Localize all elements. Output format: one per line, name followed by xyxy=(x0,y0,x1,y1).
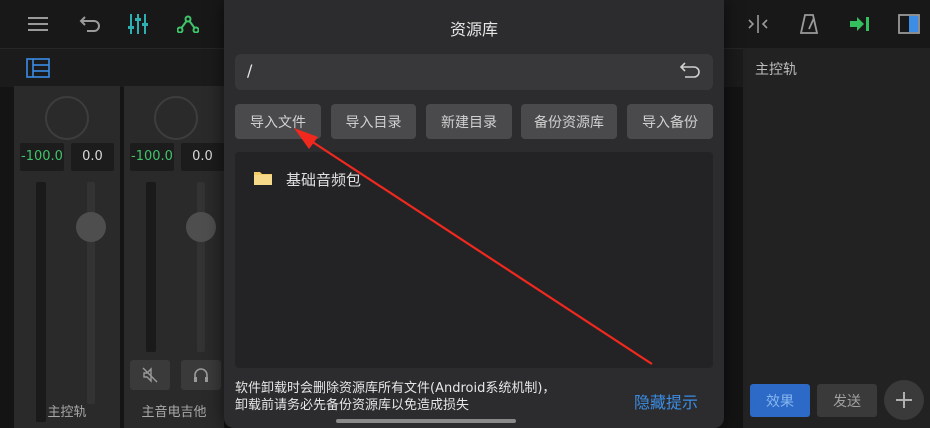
mixer-sliders-icon[interactable] xyxy=(122,8,154,40)
folder-icon xyxy=(253,170,273,190)
mute-button[interactable] xyxy=(130,360,170,390)
volume-readout: -100.0 xyxy=(130,143,174,171)
level-meter xyxy=(36,182,46,422)
volume-readout: -100.0 xyxy=(20,143,64,171)
new-directory-button[interactable]: 新建目录 xyxy=(426,104,512,139)
pan-knob[interactable] xyxy=(45,96,89,140)
metronome-icon[interactable] xyxy=(793,8,825,40)
mixer-channel-guitar: -100.0 0.0 主音电吉他 xyxy=(124,86,224,428)
file-list: 基础音频包 xyxy=(235,152,713,368)
monitor-button[interactable] xyxy=(181,360,221,390)
channel-name: 主音电吉他 xyxy=(141,405,207,420)
panel-title: 主控轨 xyxy=(755,62,797,78)
pan-readout: 0.0 xyxy=(71,143,114,171)
hide-hint-link[interactable]: 隐藏提示 xyxy=(634,389,698,413)
add-button[interactable] xyxy=(884,380,924,420)
pan-knob[interactable] xyxy=(154,96,198,140)
plus-icon xyxy=(896,392,912,408)
speaker-mute-icon xyxy=(142,367,158,383)
path-bar: / xyxy=(235,54,713,90)
home-indicator xyxy=(336,419,516,423)
import-file-button[interactable]: 导入文件 xyxy=(235,104,321,139)
uninstall-warning: 软件卸载时会删除资源库所有文件(Android系统机制)， 卸载前请务必先备份资… xyxy=(235,380,555,414)
automation-icon[interactable] xyxy=(172,8,204,40)
level-meter xyxy=(146,182,156,352)
mixer-channel-master: -100.0 0.0 主控轨 xyxy=(14,86,120,428)
track-list-icon[interactable] xyxy=(26,58,50,82)
panel-toggle-icon[interactable] xyxy=(893,8,925,40)
list-item[interactable]: 基础音频包 xyxy=(253,169,361,190)
pan-readout: 0.0 xyxy=(181,143,224,171)
warning-line-1: 软件卸载时会删除资源库所有文件(Android系统机制)， xyxy=(235,381,556,396)
dialog-title: 资源库 xyxy=(449,20,498,39)
volume-fader-knob[interactable] xyxy=(186,212,216,242)
menu-icon[interactable] xyxy=(22,8,54,40)
track-detail-panel: 主控轨 效果 发送 xyxy=(743,48,930,428)
current-path: / xyxy=(247,61,253,80)
backup-library-button[interactable]: 备份资源库 xyxy=(521,104,617,139)
warning-line-2: 卸载前请务必先备份资源库以免造成损失 xyxy=(235,398,470,413)
volume-fader-track[interactable] xyxy=(197,182,205,352)
channel-name: 主控轨 xyxy=(47,405,87,420)
split-icon[interactable] xyxy=(742,8,774,40)
headphones-icon xyxy=(194,368,208,382)
back-icon[interactable] xyxy=(679,60,701,84)
import-backup-button[interactable]: 导入备份 xyxy=(627,104,713,139)
goto-end-icon[interactable] xyxy=(843,8,875,40)
import-directory-button[interactable]: 导入目录 xyxy=(331,104,416,139)
volume-fader-knob[interactable] xyxy=(76,212,106,242)
send-button[interactable]: 发送 xyxy=(817,384,877,417)
resource-library-dialog: 资源库 / 导入文件 导入目录 新建目录 备份资源库 导入备份 基础音频包 软件… xyxy=(224,0,724,428)
file-name: 基础音频包 xyxy=(286,171,362,189)
undo-icon[interactable] xyxy=(74,8,106,40)
effects-button[interactable]: 效果 xyxy=(750,384,810,417)
